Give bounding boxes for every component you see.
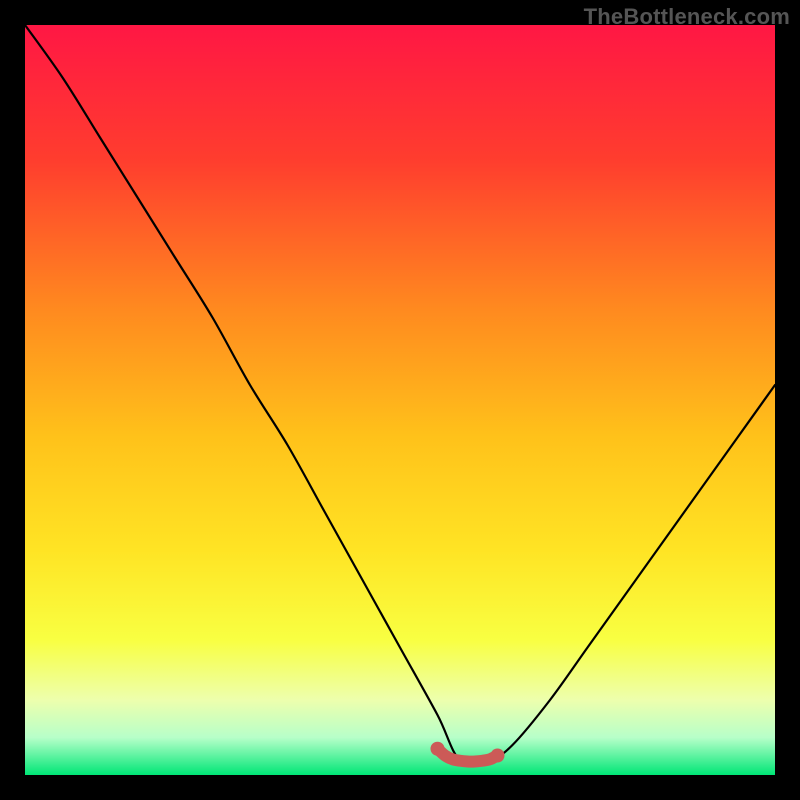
- plot-area: [25, 25, 775, 775]
- optimal-segment-right-dot: [491, 749, 505, 763]
- gradient-background: [25, 25, 775, 775]
- watermark-text: TheBottleneck.com: [584, 4, 790, 30]
- optimal-segment-left-dot: [431, 742, 445, 756]
- chart-frame: TheBottleneck.com: [0, 0, 800, 800]
- bottleneck-curve-chart: [25, 25, 775, 775]
